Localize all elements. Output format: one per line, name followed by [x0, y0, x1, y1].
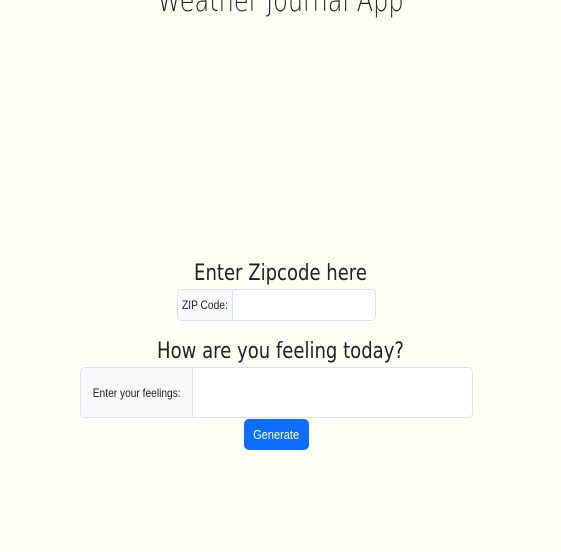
feelings-label-text: Enter your feelings:	[92, 385, 181, 400]
zip-label: ZIP Code:	[178, 290, 233, 320]
zip-label-text: ZIP Code:	[182, 298, 228, 312]
feelings-label: Enter your feelings:	[81, 368, 193, 417]
zip-section-heading: Enter Zipcode here	[194, 261, 367, 286]
generate-button-label: Generate	[253, 427, 300, 442]
feelings-section-heading: How are you feeling today?	[157, 339, 404, 364]
app-title: Weather Journal App	[157, 0, 404, 19]
feelings-input-group: Enter your feelings:	[80, 367, 473, 418]
zip-input[interactable]	[232, 290, 375, 320]
zip-input-group: ZIP Code:	[177, 289, 376, 321]
feelings-textarea[interactable]	[193, 368, 472, 417]
generate-button[interactable]: Generate	[244, 419, 309, 450]
